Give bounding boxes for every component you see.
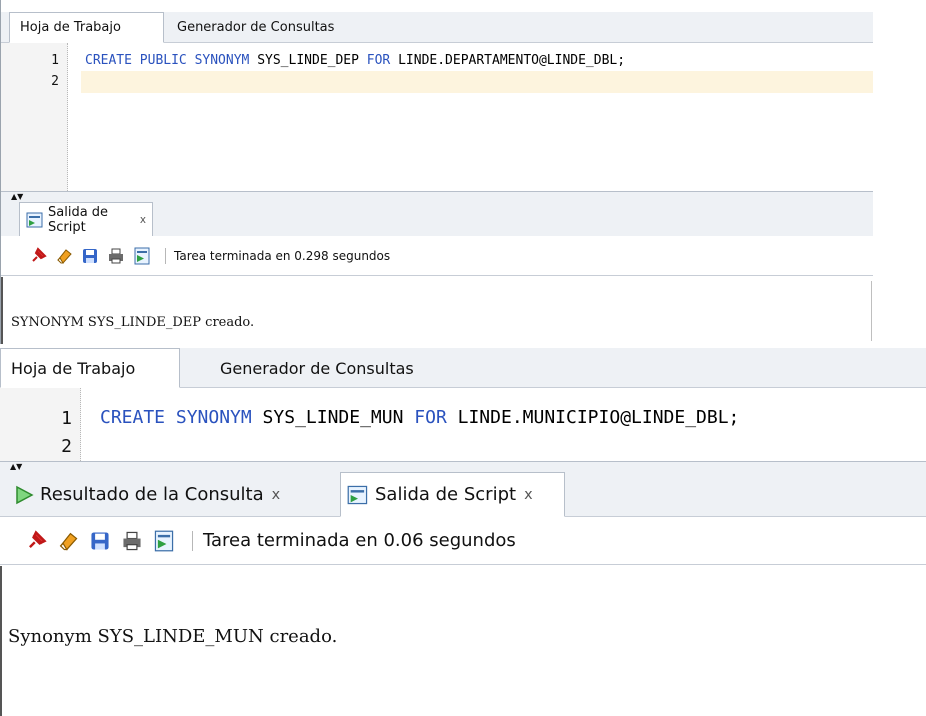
save-icon[interactable] [77,247,103,265]
line-number-gutter: 1 2 [0,388,81,461]
close-tab-icon[interactable]: x [524,487,533,503]
pin-icon[interactable] [20,529,52,552]
output-tab-label: Salida de Script [48,204,109,235]
script-output-icon [347,484,369,506]
script-output-area: Synonym SYS_LINDE_MUN creado. [0,566,926,716]
sql-identifier: LINDE.DEPARTAMENTO@LINDE_DBL; [390,53,626,68]
line-number: 2 [51,74,59,89]
tab-generador-de-consultas[interactable]: Generador de Consultas [167,12,367,43]
close-tab-icon[interactable]: x [272,487,281,503]
worksheet-panel-bottom: Hoja de Trabajo Generador de Consultas 1… [0,348,926,716]
current-line-highlight [81,71,873,93]
close-tab-icon[interactable]: x [140,214,146,226]
tab-hoja-de-trabajo[interactable]: Hoja de Trabajo [0,348,180,388]
execution-status: Tarea terminada en 0.298 segundos [174,248,391,263]
tab-resultado-de-la-consulta[interactable]: Resultado de la Consulta x [8,472,338,517]
save-icon[interactable] [84,530,116,552]
tab-salida-de-script[interactable]: Salida de Script x [19,202,153,237]
sql-keyword: CREATE SYNONYM [100,407,252,428]
line-number: 1 [51,53,59,68]
sql-statement[interactable]: CREATE SYNONYM SYS_LINDE_MUN FOR LINDE.M… [100,407,739,428]
script-output-icon [26,211,44,229]
execution-status: Tarea terminada en 0.06 segundos [203,530,516,551]
script-output-area: SYNONYM SYS_LINDE_DEP creado. [1,277,873,344]
sql-identifier: LINDE.MUNICIPIO@LINDE_DBL; [446,407,740,428]
output-tab-bar: Salida de Script x [1,202,873,237]
sql-keyword: CREATE PUBLIC SYNONYM [85,53,250,68]
output-message: Synonym SYS_LINDE_MUN creado. [8,626,338,647]
line-number: 2 [61,436,72,457]
tab-salida-de-script[interactable]: Salida de Script x [340,472,565,517]
output-tab-label: Salida de Script [375,484,517,505]
sql-editor[interactable]: 1 2 CREATE SYNONYM SYS_LINDE_MUN FOR LIN… [0,388,926,461]
splitter-arrows-icon[interactable]: ▲▼ [11,193,23,201]
script-icon[interactable] [129,247,155,265]
splitter-arrows-icon[interactable]: ▲▼ [10,463,22,471]
tab-generador-de-consultas[interactable]: Generador de Consultas [210,348,470,388]
sql-identifier: SYS_LINDE_MUN [251,407,415,428]
pin-icon[interactable] [25,246,51,265]
eraser-icon[interactable] [51,247,77,265]
line-number-gutter: 1 2 [1,43,68,191]
tab-hoja-de-trabajo[interactable]: Hoja de Trabajo [9,12,164,43]
script-icon[interactable] [148,530,180,552]
worksheet-panel-top: Hoja de Trabajo Generador de Consultas 1… [0,0,873,344]
eraser-icon[interactable] [52,530,84,552]
output-tab-bar: Resultado de la Consulta x Salida de Scr… [0,472,926,517]
sql-identifier: SYS_LINDE_DEP [249,53,367,68]
toolbar-separator [192,530,193,551]
toolbar-separator [165,247,166,264]
vertical-scrollbar[interactable] [871,281,872,341]
print-icon[interactable] [103,247,129,265]
line-number: 1 [61,408,72,429]
output-toolbar: Tarea terminada en 0.06 segundos [0,517,926,565]
sql-keyword: FOR [414,407,447,428]
sql-statement[interactable]: CREATE PUBLIC SYNONYM SYS_LINDE_DEP FOR … [85,53,625,68]
output-toolbar: Tarea terminada en 0.298 segundos [1,236,873,276]
sql-editor[interactable]: 1 2 CREATE PUBLIC SYNONYM SYS_LINDE_DEP … [1,43,873,191]
output-message: SYNONYM SYS_LINDE_DEP creado. [11,315,255,330]
output-tab-label: Resultado de la Consulta [40,484,264,505]
sql-keyword: FOR [366,53,391,68]
run-query-icon [14,485,34,505]
editor-tab-bar: Hoja de Trabajo Generador de Consultas [0,348,926,388]
editor-tab-bar: Hoja de Trabajo Generador de Consultas [1,12,873,43]
print-icon[interactable] [116,530,148,552]
